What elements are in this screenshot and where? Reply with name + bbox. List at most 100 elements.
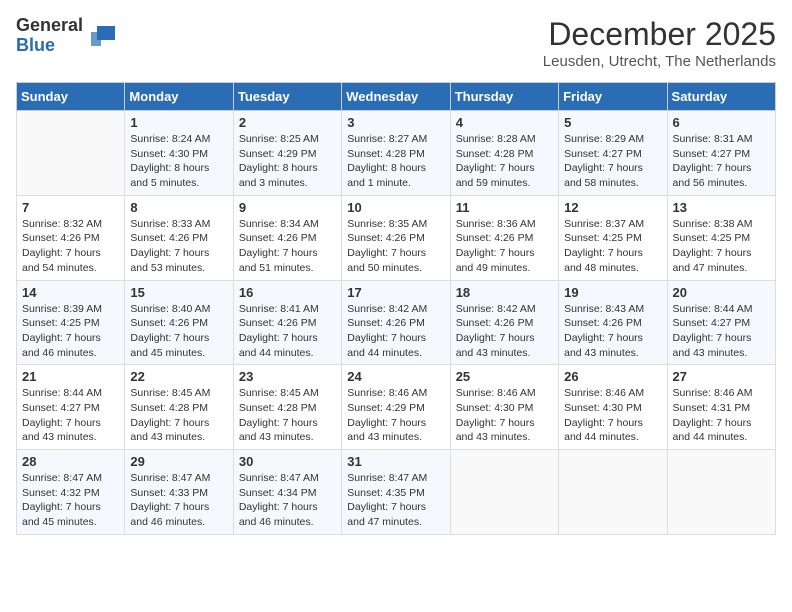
day-info: Sunrise: 8:44 AM Sunset: 4:27 PM Dayligh… — [673, 302, 770, 361]
weekday-header-wednesday: Wednesday — [342, 83, 450, 111]
day-info: Sunrise: 8:24 AM Sunset: 4:30 PM Dayligh… — [130, 132, 227, 191]
calendar-cell: 21 Sunrise: 8:44 AM Sunset: 4:27 PM Dayli… — [17, 365, 125, 450]
calendar-cell: 1Sunrise: 8:24 AM Sunset: 4:30 PM Daylig… — [125, 111, 233, 196]
day-info: Sunrise: 8:36 AM Sunset: 4:26 PM Dayligh… — [456, 217, 553, 276]
page-header: General Blue December 2025 Leusden, Utre… — [16, 16, 776, 70]
day-number: 21 — [22, 369, 119, 384]
calendar-cell: 10 Sunrise: 8:35 AM Sunset: 4:26 PM Dayli… — [342, 195, 450, 280]
calendar-cell: 30 Sunrise: 8:47 AM Sunset: 4:34 PM Dayli… — [233, 450, 341, 535]
location-title: Leusden, Utrecht, The Netherlands — [543, 53, 776, 70]
day-info: Sunrise: 8:28 AM Sunset: 4:28 PM Dayligh… — [456, 132, 553, 191]
day-info: Sunrise: 8:42 AM Sunset: 4:26 PM Dayligh… — [456, 302, 553, 361]
day-number: 11 — [456, 200, 553, 215]
day-info: Sunrise: 8:47 AM Sunset: 4:33 PM Dayligh… — [130, 471, 227, 530]
calendar-cell: 18 Sunrise: 8:42 AM Sunset: 4:26 PM Dayli… — [450, 280, 558, 365]
day-number: 18 — [456, 285, 553, 300]
logo-general-text: General — [16, 16, 83, 36]
day-number: 27 — [673, 369, 770, 384]
calendar-cell: 24 Sunrise: 8:46 AM Sunset: 4:29 PM Dayli… — [342, 365, 450, 450]
day-info: Sunrise: 8:34 AM Sunset: 4:26 PM Dayligh… — [239, 217, 336, 276]
calendar-cell: 11 Sunrise: 8:36 AM Sunset: 4:26 PM Dayli… — [450, 195, 558, 280]
calendar-cell: 16Sunrise: 8:41 AM Sunset: 4:26 PM Dayli… — [233, 280, 341, 365]
day-info: Sunrise: 8:46 AM Sunset: 4:30 PM Dayligh… — [564, 386, 661, 445]
calendar-cell: 8Sunrise: 8:33 AM Sunset: 4:26 PM Daylig… — [125, 195, 233, 280]
calendar-week-row: 28 Sunrise: 8:47 AM Sunset: 4:32 PM Dayli… — [17, 450, 776, 535]
day-info: Sunrise: 8:38 AM Sunset: 4:25 PM Dayligh… — [673, 217, 770, 276]
weekday-header-sunday: Sunday — [17, 83, 125, 111]
day-info: Sunrise: 8:45 AM Sunset: 4:28 PM Dayligh… — [130, 386, 227, 445]
month-title: December 2025 — [543, 16, 776, 53]
day-number: 29 — [130, 454, 227, 469]
calendar-cell — [559, 450, 667, 535]
calendar-cell: 17Sunrise: 8:42 AM Sunset: 4:26 PM Dayli… — [342, 280, 450, 365]
logo: General Blue — [16, 16, 115, 56]
logo-icon — [87, 22, 115, 50]
calendar-cell: 19 Sunrise: 8:43 AM Sunset: 4:26 PM Dayli… — [559, 280, 667, 365]
day-number: 14 — [22, 285, 119, 300]
calendar-cell: 28 Sunrise: 8:47 AM Sunset: 4:32 PM Dayli… — [17, 450, 125, 535]
logo-blue-text: Blue — [16, 36, 83, 56]
day-info: Sunrise: 8:37 AM Sunset: 4:25 PM Dayligh… — [564, 217, 661, 276]
day-info: Sunrise: 8:47 AM Sunset: 4:34 PM Dayligh… — [239, 471, 336, 530]
calendar-cell: 5 Sunrise: 8:29 AM Sunset: 4:27 PM Daylig… — [559, 111, 667, 196]
weekday-header-row: SundayMondayTuesdayWednesdayThursdayFrid… — [17, 83, 776, 111]
weekday-header-thursday: Thursday — [450, 83, 558, 111]
calendar-table: SundayMondayTuesdayWednesdayThursdayFrid… — [16, 82, 776, 535]
weekday-header-saturday: Saturday — [667, 83, 775, 111]
calendar-week-row: 21 Sunrise: 8:44 AM Sunset: 4:27 PM Dayli… — [17, 365, 776, 450]
calendar-cell: 26Sunrise: 8:46 AM Sunset: 4:30 PM Dayli… — [559, 365, 667, 450]
calendar-cell — [450, 450, 558, 535]
calendar-cell — [667, 450, 775, 535]
day-number: 5 — [564, 115, 661, 130]
day-number: 2 — [239, 115, 336, 130]
calendar-cell: 13 Sunrise: 8:38 AM Sunset: 4:25 PM Dayli… — [667, 195, 775, 280]
day-number: 23 — [239, 369, 336, 384]
day-number: 7 — [22, 200, 119, 215]
day-info: Sunrise: 8:46 AM Sunset: 4:29 PM Dayligh… — [347, 386, 444, 445]
calendar-cell: 15 Sunrise: 8:40 AM Sunset: 4:26 PM Dayli… — [125, 280, 233, 365]
day-number: 28 — [22, 454, 119, 469]
weekday-header-friday: Friday — [559, 83, 667, 111]
day-info: Sunrise: 8:31 AM Sunset: 4:27 PM Dayligh… — [673, 132, 770, 191]
day-number: 24 — [347, 369, 444, 384]
day-number: 3 — [347, 115, 444, 130]
day-number: 15 — [130, 285, 227, 300]
day-number: 30 — [239, 454, 336, 469]
calendar-cell: 7Sunrise: 8:32 AM Sunset: 4:26 PM Daylig… — [17, 195, 125, 280]
calendar-week-row: 7Sunrise: 8:32 AM Sunset: 4:26 PM Daylig… — [17, 195, 776, 280]
day-number: 16 — [239, 285, 336, 300]
calendar-cell: 2 Sunrise: 8:25 AM Sunset: 4:29 PM Daylig… — [233, 111, 341, 196]
day-info: Sunrise: 8:35 AM Sunset: 4:26 PM Dayligh… — [347, 217, 444, 276]
calendar-cell: 20Sunrise: 8:44 AM Sunset: 4:27 PM Dayli… — [667, 280, 775, 365]
day-number: 22 — [130, 369, 227, 384]
calendar-cell: 6Sunrise: 8:31 AM Sunset: 4:27 PM Daylig… — [667, 111, 775, 196]
calendar-cell: 27 Sunrise: 8:46 AM Sunset: 4:31 PM Dayli… — [667, 365, 775, 450]
day-number: 25 — [456, 369, 553, 384]
day-number: 31 — [347, 454, 444, 469]
day-info: Sunrise: 8:29 AM Sunset: 4:27 PM Dayligh… — [564, 132, 661, 191]
day-info: Sunrise: 8:47 AM Sunset: 4:35 PM Dayligh… — [347, 471, 444, 530]
calendar-cell: 12 Sunrise: 8:37 AM Sunset: 4:25 PM Dayli… — [559, 195, 667, 280]
day-info: Sunrise: 8:46 AM Sunset: 4:30 PM Dayligh… — [456, 386, 553, 445]
day-info: Sunrise: 8:39 AM Sunset: 4:25 PM Dayligh… — [22, 302, 119, 361]
calendar-week-row: 1Sunrise: 8:24 AM Sunset: 4:30 PM Daylig… — [17, 111, 776, 196]
day-number: 10 — [347, 200, 444, 215]
day-number: 12 — [564, 200, 661, 215]
calendar-cell: 9Sunrise: 8:34 AM Sunset: 4:26 PM Daylig… — [233, 195, 341, 280]
day-info: Sunrise: 8:45 AM Sunset: 4:28 PM Dayligh… — [239, 386, 336, 445]
day-info: Sunrise: 8:47 AM Sunset: 4:32 PM Dayligh… — [22, 471, 119, 530]
day-number: 4 — [456, 115, 553, 130]
day-info: Sunrise: 8:43 AM Sunset: 4:26 PM Dayligh… — [564, 302, 661, 361]
day-number: 13 — [673, 200, 770, 215]
day-info: Sunrise: 8:25 AM Sunset: 4:29 PM Dayligh… — [239, 132, 336, 191]
day-number: 19 — [564, 285, 661, 300]
calendar-cell: 29 Sunrise: 8:47 AM Sunset: 4:33 PM Dayli… — [125, 450, 233, 535]
weekday-header-monday: Monday — [125, 83, 233, 111]
day-info: Sunrise: 8:44 AM Sunset: 4:27 PM Dayligh… — [22, 386, 119, 445]
day-info: Sunrise: 8:42 AM Sunset: 4:26 PM Dayligh… — [347, 302, 444, 361]
day-info: Sunrise: 8:40 AM Sunset: 4:26 PM Dayligh… — [130, 302, 227, 361]
calendar-cell — [17, 111, 125, 196]
day-info: Sunrise: 8:27 AM Sunset: 4:28 PM Dayligh… — [347, 132, 444, 191]
calendar-cell: 31 Sunrise: 8:47 AM Sunset: 4:35 PM Dayli… — [342, 450, 450, 535]
day-info: Sunrise: 8:46 AM Sunset: 4:31 PM Dayligh… — [673, 386, 770, 445]
